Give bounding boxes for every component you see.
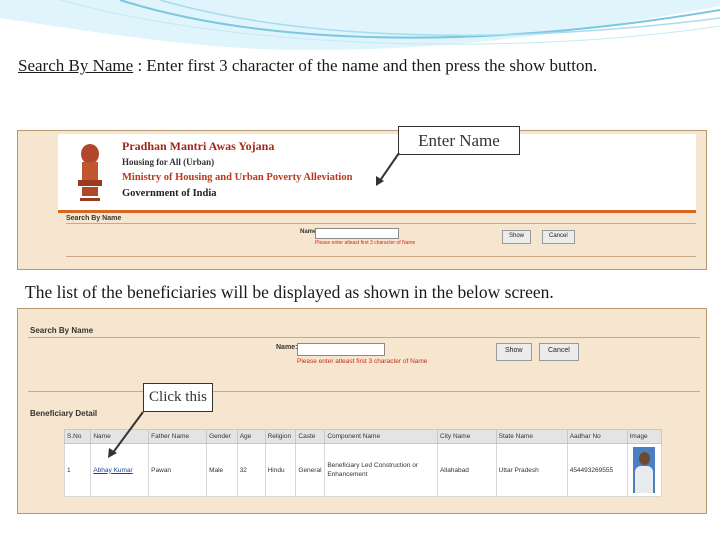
cell-father-name: Pawan [148,443,208,497]
column-header: Father Name [148,429,208,444]
cell-image [626,443,663,497]
column-header: Age [236,429,266,444]
pmay-header-banner: Pradhan Mantri Awas Yojana Housing for A… [58,134,696,212]
intro-text: : Enter first 3 character of the name an… [133,56,598,75]
column-header: Name [90,429,150,444]
government-name: Government of India [122,188,217,199]
name-hint: Please enter atleast first 3 character o… [297,358,428,365]
cell-aadhar: 454493269555 [566,443,628,497]
national-emblem-icon [78,144,102,201]
search-by-name-heading: Search By Name [66,215,122,222]
cell-component: Beneficiary Led Construction or Enhancem… [324,443,438,497]
divider [28,337,700,338]
cell-state: Uttar Pradesh [495,443,568,497]
scheme-title: Pradhan Mantri Awas Yojana [122,139,275,153]
cell-caste: General [295,443,326,497]
cancel-button[interactable]: Cancel [542,230,575,244]
header-stripe [58,210,696,213]
beneficiary-name-link[interactable]: Abhay Kumar [93,467,132,474]
table-header-row: S.No Name Father Name Gender Age Religio… [63,429,663,444]
show-button[interactable]: Show [496,343,532,361]
show-button[interactable]: Show [502,230,532,244]
divider [66,256,696,257]
cell-age: 32 [236,443,266,497]
beneficiary-photo [633,447,656,493]
column-header: State Name [495,429,568,444]
cell-name: Abhay Kumar [90,443,150,497]
name-input[interactable] [297,343,385,356]
column-header: Caste [295,429,326,444]
results-screenshot-panel: Search By Name Name: Please enter atleas… [17,308,707,514]
column-header: Image [626,429,663,444]
search-by-name-link: Search By Name [18,56,134,75]
column-header: City Name [436,429,497,444]
column-header: S.No [63,429,92,444]
column-header: Religion [264,429,297,444]
column-header: Component Name [324,429,438,444]
organisation-title-block: Pradhan Mantri Awas Yojana Housing for A… [122,138,352,202]
beneficiary-detail-heading: Beneficiary Detail [30,409,98,418]
cell-religion: Hindu [264,443,297,497]
list-description: The list of the beneficiaries will be di… [25,282,554,302]
name-label: Name: [276,344,298,351]
column-header: Aadhar No [566,429,628,444]
cell-gender: Male [206,443,238,497]
search-screenshot-panel: Pradhan Mantri Awas Yojana Housing for A… [17,130,707,270]
ministry-name: Ministry of Housing and Urban Poverty Al… [122,172,353,183]
enter-name-callout: Enter Name [398,126,520,155]
cell-city: Allahabad [436,443,497,497]
name-input[interactable] [315,228,399,239]
search-by-name-heading: Search By Name [30,326,94,335]
cancel-button[interactable]: Cancel [539,343,579,361]
name-hint: Please enter atleast first 3 character o… [315,240,416,246]
intro-instruction: Search By Name : Enter first 3 character… [18,54,708,78]
beneficiary-table: S.No Name Father Name Gender Age Religio… [63,429,663,497]
divider [28,391,700,392]
column-header: Gender [206,429,238,444]
cell-sno: 1 [63,443,92,497]
divider [66,223,696,224]
click-this-callout: Click this [143,383,213,412]
table-row: 1 Abhay Kumar Pawan Male 32 Hindu Genera… [63,443,663,497]
scheme-subtitle: Housing for All (Urban) [122,157,215,167]
